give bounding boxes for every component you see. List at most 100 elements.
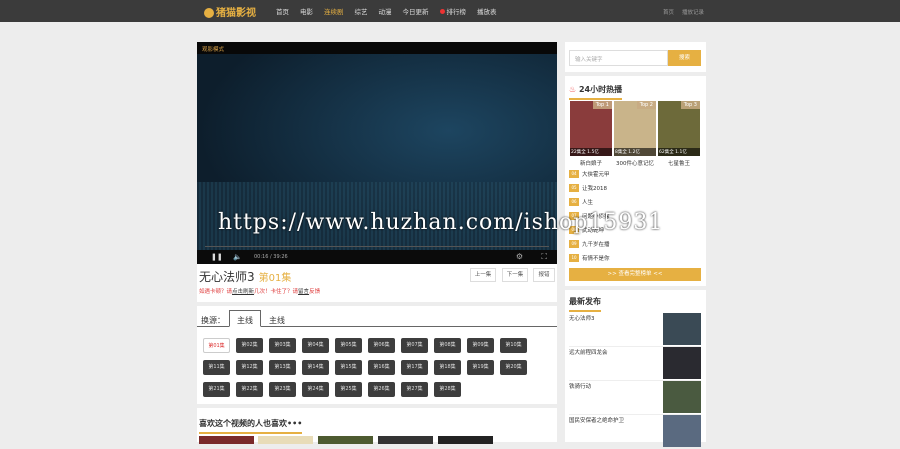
- episode-button[interactable]: 第05集: [335, 338, 362, 353]
- top-tag: Top 3: [680, 101, 700, 109]
- fire-icon: ♨: [569, 85, 577, 94]
- top-poster[interactable]: Top 3 62集全 1.1亿: [658, 101, 700, 156]
- player-controls: ❚❚ 🔈 00:16 / 39:26 ⚙ ⛶: [197, 246, 557, 264]
- refresh-link[interactable]: 点击刷新: [232, 289, 254, 295]
- next-episode-button[interactable]: 下一集: [502, 268, 528, 282]
- main-nav: 首页 电影 连续剧 综艺 动漫 今日更新 排行榜 播放表: [276, 6, 497, 16]
- rank-badge: 05: [569, 184, 579, 192]
- player-top-bar: [197, 42, 557, 54]
- hot-list-item[interactable]: 09 九千岁在播: [569, 240, 610, 248]
- episode-button[interactable]: 第08集: [434, 338, 461, 353]
- recommend-thumb[interactable]: [199, 436, 254, 444]
- top-name[interactable]: 300件心意记忆: [614, 159, 656, 167]
- recommend-thumb[interactable]: [318, 436, 373, 444]
- cat-logo-icon: [204, 8, 214, 18]
- episode-button[interactable]: 第27集: [401, 382, 428, 397]
- latest-item-title[interactable]: 远大前程四龙会: [569, 348, 608, 356]
- latest-item-title[interactable]: 铁骑行动: [569, 382, 591, 390]
- playback-tip: 如遇卡顿？请点击刷新几次！卡住了？请留言反馈: [199, 289, 321, 295]
- hot-list-item[interactable]: 04 大侠霍元甲: [569, 170, 610, 178]
- recommend-thumb[interactable]: [258, 436, 313, 444]
- nav-schedule[interactable]: 播放表: [477, 6, 497, 16]
- recommend-thumb[interactable]: [438, 436, 493, 444]
- episode-button[interactable]: 第13集: [269, 360, 296, 375]
- top-tag: Top 1: [592, 101, 612, 109]
- episode-button[interactable]: 第06集: [368, 338, 395, 353]
- episode-button[interactable]: 第19集: [467, 360, 494, 375]
- hot-list-item[interactable]: 05 让我2018: [569, 184, 607, 192]
- hot-title: ♨ 24小时热播: [569, 84, 623, 100]
- nav-ranking[interactable]: 排行榜: [439, 6, 466, 16]
- rank-badge: 04: [569, 170, 579, 178]
- prev-episode-button[interactable]: 上一集: [470, 268, 496, 282]
- episode-button[interactable]: 第16集: [368, 360, 395, 375]
- recommend-thumb[interactable]: [378, 436, 433, 444]
- source-tabs: 换源： 主线 主线: [197, 310, 557, 327]
- site-logo[interactable]: 猪猫影视: [204, 4, 256, 19]
- message-link[interactable]: 留言: [298, 289, 309, 295]
- latest-title: 最新发布: [569, 296, 601, 312]
- top-nav-bar: 猪猫影视 首页 电影 连续剧 综艺 动漫 今日更新 排行榜 播放表 首页 播放记录: [0, 0, 900, 22]
- nav-series[interactable]: 连续剧: [324, 6, 344, 16]
- pause-icon[interactable]: ❚❚: [211, 253, 223, 261]
- latest-item-thumb[interactable]: [663, 415, 701, 447]
- hot-list-item[interactable]: 10 有情不是你: [569, 254, 610, 262]
- nav-variety[interactable]: 综艺: [355, 6, 368, 16]
- view-full-ranking-button[interactable]: >> 查看完整榜单 <<: [569, 268, 701, 281]
- episode-button[interactable]: 第01集: [203, 338, 230, 353]
- search-button[interactable]: 搜索: [668, 50, 701, 66]
- latest-item-title[interactable]: 无心法师3: [569, 314, 595, 322]
- search-input[interactable]: 输入关键字: [569, 50, 668, 66]
- tab-source-1[interactable]: 主线: [229, 310, 261, 327]
- nav-home[interactable]: 首页: [276, 6, 289, 16]
- volume-icon[interactable]: 🔈: [233, 253, 242, 261]
- watermark-text: https://www.huzhan.com/ishop15931: [218, 210, 664, 235]
- nav-movie[interactable]: 电影: [300, 6, 313, 16]
- episode-button[interactable]: 第11集: [203, 360, 230, 375]
- hot-list-item[interactable]: 06 人生: [569, 198, 593, 206]
- episode-button[interactable]: 第03集: [269, 338, 296, 353]
- time-display: 00:16 / 39:26: [254, 254, 288, 260]
- episode-button[interactable]: 第22集: [236, 382, 263, 397]
- settings-gear-icon[interactable]: ⚙: [516, 252, 523, 261]
- top-name[interactable]: 新白娘子: [570, 159, 612, 167]
- nav-today[interactable]: 今日更新: [403, 6, 429, 16]
- episode-button[interactable]: 第02集: [236, 338, 263, 353]
- episode-button[interactable]: 第21集: [203, 382, 230, 397]
- latest-item-title[interactable]: 国民安保者之绝命护卫: [569, 416, 624, 424]
- episode-button[interactable]: 第09集: [467, 338, 494, 353]
- fullscreen-icon[interactable]: ⛶: [541, 252, 547, 262]
- episode-button[interactable]: 第26集: [368, 382, 395, 397]
- nav-anime[interactable]: 动漫: [379, 6, 392, 16]
- episode-button[interactable]: 第25集: [335, 382, 362, 397]
- episode-button[interactable]: 第18集: [434, 360, 461, 375]
- top-name[interactable]: 七星鲁王: [658, 159, 700, 167]
- top-poster[interactable]: Top 2 8集全 1.2亿: [614, 101, 656, 156]
- theater-mode-toggle[interactable]: 观影模式: [202, 45, 224, 53]
- episode-button[interactable]: 第07集: [401, 338, 428, 353]
- latest-item-thumb[interactable]: [663, 313, 701, 345]
- top-poster[interactable]: Top 1 22集全 1.5亿: [570, 101, 612, 156]
- episode-button[interactable]: 第20集: [500, 360, 527, 375]
- episode-button[interactable]: 第04集: [302, 338, 329, 353]
- episode-button[interactable]: 第14集: [302, 360, 329, 375]
- current-episode: 第01集: [258, 273, 292, 284]
- video-title: 无心法师3 第01集: [199, 270, 292, 284]
- top-info: 62集全 1.1亿: [658, 148, 700, 156]
- top-tag: Top 2: [636, 101, 656, 109]
- episode-button[interactable]: 第24集: [302, 382, 329, 397]
- latest-item-thumb[interactable]: [663, 381, 701, 413]
- episode-button[interactable]: 第10集: [500, 338, 527, 353]
- report-button[interactable]: 报错: [533, 268, 555, 282]
- progress-bar[interactable]: [205, 246, 549, 247]
- link-history[interactable]: 播放记录: [682, 8, 704, 16]
- episode-button[interactable]: 第23集: [269, 382, 296, 397]
- link-home[interactable]: 首页: [663, 8, 674, 16]
- latest-item-thumb[interactable]: [663, 347, 701, 379]
- top-info: 22集全 1.5亿: [570, 148, 612, 156]
- episode-button[interactable]: 第15集: [335, 360, 362, 375]
- episode-button[interactable]: 第12集: [236, 360, 263, 375]
- tab-source-2[interactable]: 主线: [269, 315, 285, 326]
- episode-button[interactable]: 第28集: [434, 382, 461, 397]
- episode-button[interactable]: 第17集: [401, 360, 428, 375]
